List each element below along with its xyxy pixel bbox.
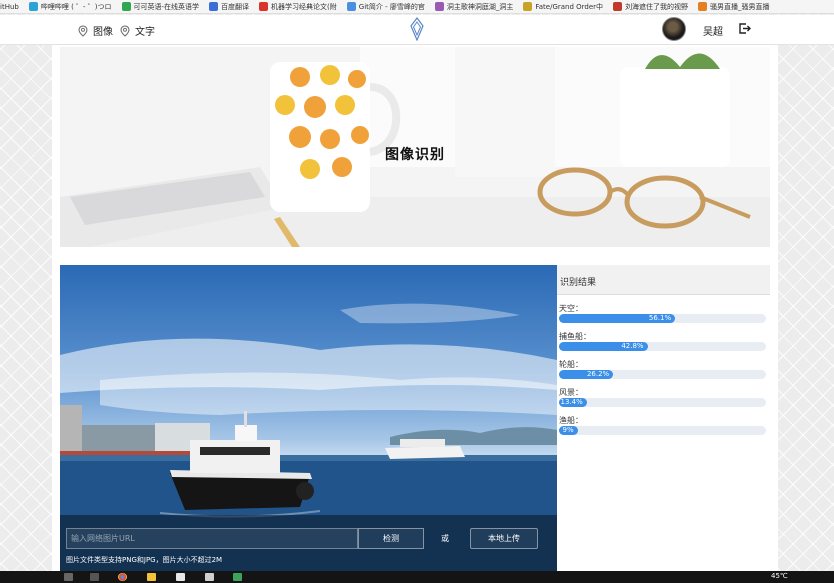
- bookmark-item[interactable]: 百度翻译: [209, 2, 249, 12]
- bookmark-label: 百度翻译: [221, 2, 250, 11]
- logo-icon[interactable]: [410, 17, 424, 41]
- progress-track: 26.2%: [559, 370, 766, 379]
- upload-hint: 图片文件类型支持PNG和JPG，图片大小不超过2M: [66, 556, 223, 564]
- page-title: 图像识别: [385, 147, 445, 163]
- top-nav: 图像 文字 吴超: [0, 15, 834, 45]
- store-icon[interactable]: [176, 573, 185, 581]
- task-view-icon[interactable]: [90, 573, 99, 581]
- banner: 图像识别: [60, 47, 770, 247]
- bookmark-item[interactable]: Fate/Grand Order中: [523, 2, 603, 12]
- bookmark-label: 洞主歌神洞庭湖_洞主: [446, 2, 514, 11]
- bookmark-favicon-icon: [434, 2, 444, 11]
- progress-value: 56.1%: [648, 314, 672, 322]
- progress-fill: 9%: [559, 426, 578, 435]
- nav-text-label: 文字: [135, 27, 155, 38]
- bookmark-item[interactable]: 洞主歌神洞庭湖_洞主: [434, 2, 514, 12]
- bookmark-favicon-icon: [209, 2, 219, 11]
- progress-value: 42.8%: [621, 342, 644, 350]
- bookmarks-bar: itHub 哔哩哔哩 ( ゜- ゜)つロ 可可英语-在线英语学 百度翻译 机器学习经典论…: [0, 0, 834, 14]
- results-header: 识别结果: [557, 265, 770, 295]
- bookmark-favicon-icon: [698, 2, 708, 11]
- app-icon[interactable]: [233, 573, 242, 581]
- detect-button[interactable]: 检测: [358, 528, 424, 549]
- username[interactable]: 吴超: [703, 23, 723, 38]
- temperature: 45℃: [771, 572, 788, 580]
- progress-track: 56.1%: [559, 314, 766, 323]
- result-item: 轮船： 26.2%: [559, 359, 766, 379]
- nav-image[interactable]: 图像: [78, 23, 113, 38]
- progress-track: 13.4%: [559, 398, 766, 407]
- bookmark-label: 机器学习经典论文(附: [271, 2, 337, 11]
- bookmark-label: 刘海遮住了我的视野: [625, 2, 689, 11]
- progress-track: 9%: [559, 426, 766, 435]
- result-label: 渔船：: [559, 416, 583, 425]
- bookmark-item[interactable]: 哔哩哔哩 ( ゜- ゜)つロ: [28, 2, 112, 12]
- result-label: 轮船：: [559, 360, 583, 369]
- bookmark-item[interactable]: Git简介 - 廖雪峰的官: [346, 2, 425, 12]
- nav-image-label: 图像: [93, 27, 113, 38]
- bookmark-label: Git简介 - 廖雪峰的官: [358, 2, 425, 11]
- result-label: 风景：: [559, 388, 583, 397]
- bookmark-item[interactable]: 刘海遮住了我的视野: [613, 2, 688, 12]
- or-text: 或: [441, 534, 449, 543]
- bookmark-favicon-icon: [259, 2, 269, 11]
- location-pin-icon: [78, 24, 88, 37]
- logout-icon[interactable]: [738, 22, 751, 35]
- result-item: 天空： 56.1%: [559, 303, 766, 323]
- image-preview: 检测 或 本地上传 图片文件类型支持PNG和JPG，图片大小不超过2M: [60, 265, 557, 571]
- location-pin-icon: [120, 24, 130, 37]
- progress-track: 42.8%: [559, 342, 766, 351]
- local-upload-button[interactable]: 本地上传: [470, 528, 538, 549]
- results-panel: 识别结果 天空： 56.1% 捕鱼船： 42.8% 轮船： 26.2% 风景： 13.4% 渔船…: [557, 265, 770, 571]
- nav-text[interactable]: 文字: [120, 23, 155, 38]
- result-item: 捕鱼船： 42.8%: [559, 331, 766, 351]
- bookmark-label: 骚男直播_骚男直播: [710, 2, 770, 11]
- result-label: 捕鱼船：: [559, 332, 591, 341]
- mail-icon[interactable]: [205, 573, 214, 581]
- bookmark-favicon-icon: [613, 2, 623, 11]
- url-input[interactable]: [66, 528, 358, 549]
- search-icon[interactable]: [64, 573, 73, 581]
- bookmark-label: Fate/Grand Order中: [535, 2, 604, 11]
- progress-fill: 42.8%: [559, 342, 648, 351]
- bookmark-item[interactable]: 可可英语-在线英语学: [121, 2, 200, 12]
- bookmark-item[interactable]: 机器学习经典论文(附: [259, 2, 337, 12]
- progress-fill: 56.1%: [559, 314, 676, 323]
- bookmark-favicon-icon: [523, 2, 533, 11]
- progress-value: 9%: [562, 426, 574, 434]
- folder-icon[interactable]: [147, 573, 156, 581]
- bookmark-item[interactable]: 骚男直播_骚男直播: [698, 2, 770, 12]
- progress-value: 13.4%: [560, 398, 583, 406]
- chrome-icon[interactable]: [118, 573, 127, 581]
- result-item: 渔船： 9%: [559, 415, 766, 435]
- bookmark-favicon-icon: [28, 2, 38, 11]
- upload-bar: 检测 或 本地上传 图片文件类型支持PNG和JPG，图片大小不超过2M: [60, 515, 557, 571]
- bookmark-favicon-icon: [346, 2, 356, 11]
- bookmark-label: 哔哩哔哩 ( ゜- ゜)つロ: [40, 2, 112, 11]
- avatar[interactable]: [662, 17, 686, 41]
- result-item: 风景： 13.4%: [559, 387, 766, 407]
- bookmark-favicon-icon: [121, 2, 131, 11]
- bookmark-label: 可可英语-在线英语学: [133, 2, 200, 11]
- result-label: 天空：: [559, 304, 583, 313]
- bookmark-item[interactable]: itHub: [0, 3, 19, 11]
- progress-fill: 13.4%: [559, 398, 587, 407]
- bookmark-label: itHub: [0, 2, 19, 11]
- progress-fill: 26.2%: [559, 370, 614, 379]
- progress-value: 26.2%: [586, 370, 610, 378]
- taskbar: 45℃: [0, 571, 834, 583]
